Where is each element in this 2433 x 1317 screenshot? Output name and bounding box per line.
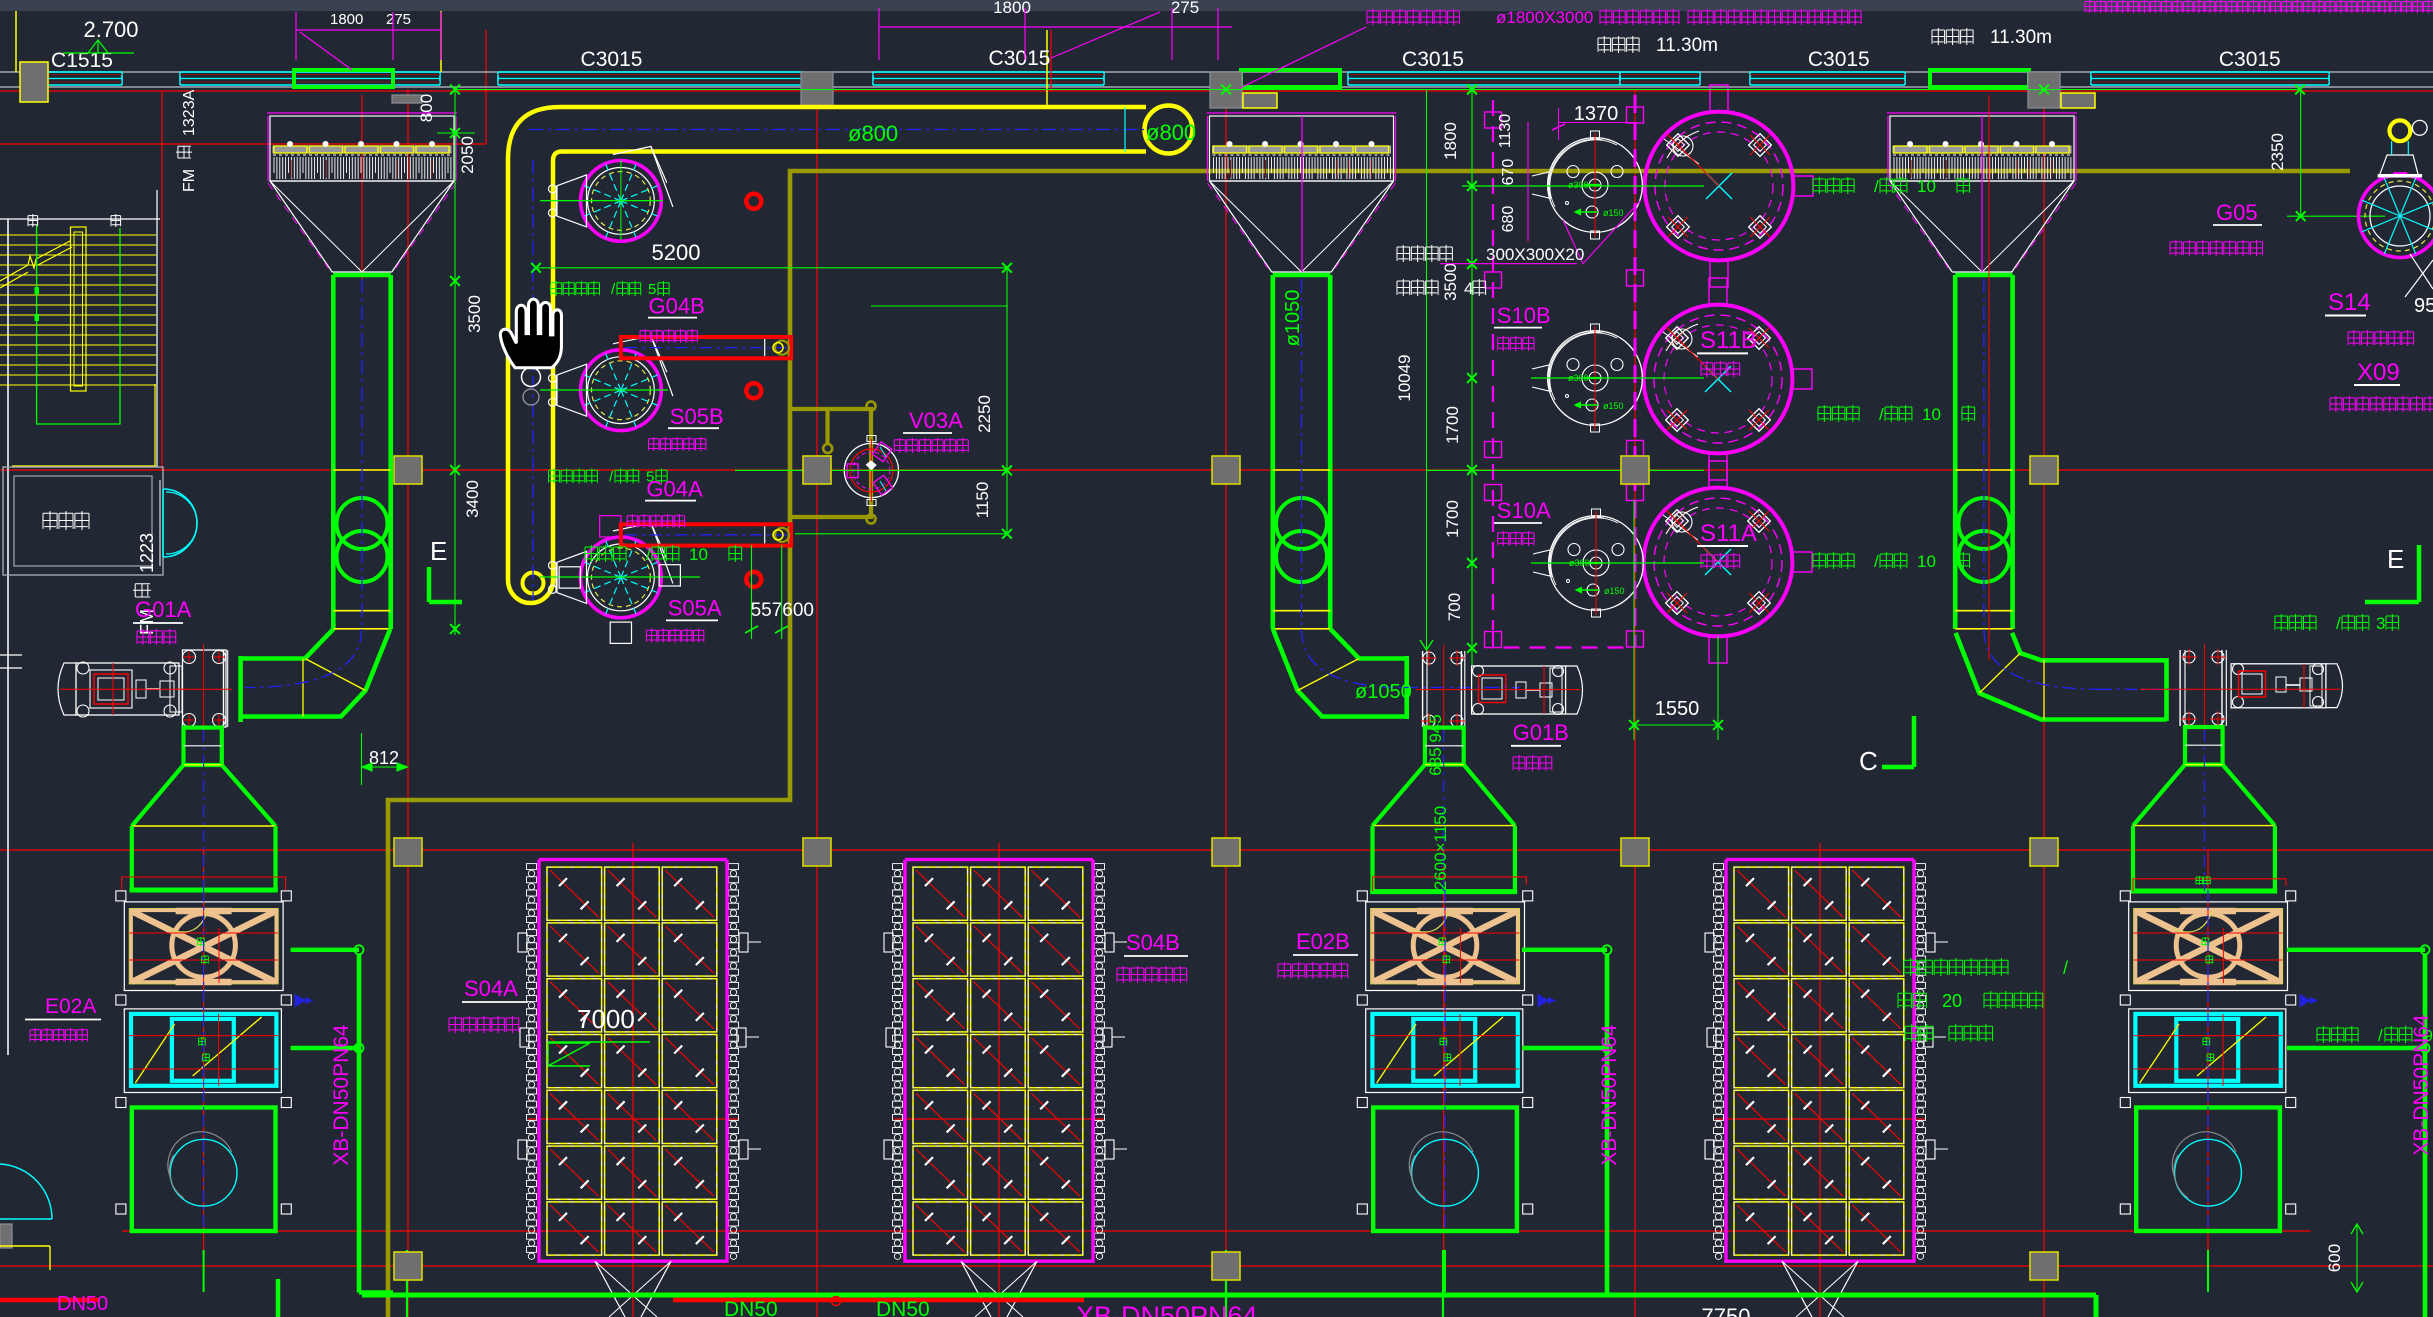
svg-text:275: 275 bbox=[386, 11, 411, 28]
svg-text:XB-DN50PN64: XB-DN50PN64 bbox=[1598, 1024, 1621, 1166]
svg-text:3400: 3400 bbox=[463, 480, 482, 518]
svg-text:ø150: ø150 bbox=[1603, 208, 1624, 218]
svg-text:DN50: DN50 bbox=[724, 1298, 778, 1317]
svg-text:2.700: 2.700 bbox=[83, 17, 138, 42]
svg-text:10049: 10049 bbox=[1395, 354, 1414, 401]
svg-text:C: C bbox=[1859, 746, 1878, 776]
svg-text:S11A: S11A bbox=[1700, 520, 1757, 547]
svg-text:ø1050: ø1050 bbox=[1282, 290, 1304, 347]
svg-text:/: / bbox=[2336, 614, 2341, 633]
svg-text:275: 275 bbox=[1171, 0, 1199, 17]
svg-text:/: / bbox=[2378, 1026, 2383, 1045]
svg-text:10: 10 bbox=[1922, 405, 1941, 424]
svg-text:20: 20 bbox=[1942, 991, 1962, 1011]
svg-text:E: E bbox=[2387, 544, 2404, 574]
svg-text:XB-DN50PN64: XB-DN50PN64 bbox=[1076, 1301, 1258, 1317]
svg-text:G04A: G04A bbox=[646, 477, 703, 502]
svg-text:1550: 1550 bbox=[1655, 698, 1700, 720]
svg-text:1323A: 1323A bbox=[181, 89, 198, 136]
svg-text:3500: 3500 bbox=[465, 295, 484, 333]
svg-text:ø150: ø150 bbox=[1603, 401, 1624, 411]
svg-text:11.30m: 11.30m bbox=[1990, 27, 2052, 48]
svg-text:S10B: S10B bbox=[1497, 303, 1551, 328]
svg-text:11.30m: 11.30m bbox=[1656, 35, 1718, 56]
svg-text:1370: 1370 bbox=[1574, 103, 1619, 125]
svg-text:XB-DN50PN64: XB-DN50PN64 bbox=[330, 1024, 353, 1166]
svg-text:E02A: E02A bbox=[45, 995, 96, 1018]
svg-text:/: / bbox=[1879, 405, 1884, 424]
svg-text:670: 670 bbox=[1500, 159, 1517, 186]
svg-text:680: 680 bbox=[1500, 206, 1517, 233]
svg-text:/: / bbox=[1874, 552, 1879, 571]
svg-text:10: 10 bbox=[1917, 177, 1936, 196]
svg-text:FM: FM bbox=[181, 169, 198, 192]
svg-text:3500: 3500 bbox=[1441, 263, 1460, 301]
svg-text:S14: S14 bbox=[2328, 289, 2371, 316]
svg-text:10: 10 bbox=[1917, 552, 1936, 571]
svg-text:1223: 1223 bbox=[137, 533, 157, 573]
svg-text:95: 95 bbox=[2414, 295, 2433, 317]
svg-text:G01B: G01B bbox=[1513, 720, 1569, 745]
svg-text:S10A: S10A bbox=[1497, 498, 1551, 523]
svg-text:3: 3 bbox=[2376, 614, 2385, 633]
svg-text:S11B: S11B bbox=[1700, 327, 1757, 354]
svg-text:ø1800X3000: ø1800X3000 bbox=[1496, 8, 1593, 27]
svg-text:C3015: C3015 bbox=[1808, 48, 1870, 71]
svg-text:800: 800 bbox=[417, 94, 436, 122]
svg-text:/: / bbox=[1874, 177, 1879, 196]
svg-text:557600: 557600 bbox=[751, 600, 814, 621]
svg-text:XB-DN50PN64: XB-DN50PN64 bbox=[2410, 1014, 2433, 1156]
svg-text:E: E bbox=[430, 536, 447, 566]
svg-text:/: / bbox=[2063, 958, 2068, 978]
svg-text:S04B: S04B bbox=[1126, 930, 1180, 955]
svg-text:C3015: C3015 bbox=[989, 47, 1051, 70]
svg-text:5200: 5200 bbox=[652, 240, 701, 265]
svg-text:4: 4 bbox=[1464, 279, 1473, 298]
svg-text:1130: 1130 bbox=[1497, 114, 1514, 149]
svg-text:685 945: 685 945 bbox=[1426, 714, 1445, 775]
svg-text:7750: 7750 bbox=[1702, 1304, 1751, 1317]
svg-text:E02B: E02B bbox=[1296, 929, 1350, 954]
svg-text:ø1050: ø1050 bbox=[1355, 681, 1412, 703]
svg-text:C3015: C3015 bbox=[1402, 48, 1464, 71]
svg-text:2250: 2250 bbox=[975, 395, 994, 433]
svg-text:812: 812 bbox=[369, 748, 399, 768]
svg-text:1800: 1800 bbox=[330, 11, 363, 28]
svg-text:700: 700 bbox=[1445, 593, 1464, 621]
svg-text:2350: 2350 bbox=[2268, 133, 2287, 171]
svg-text:/: / bbox=[646, 545, 651, 564]
svg-text:C3015: C3015 bbox=[2219, 48, 2281, 71]
svg-text:S05A: S05A bbox=[668, 596, 722, 621]
svg-text:V03A: V03A bbox=[909, 408, 963, 433]
svg-text:2600×1150: 2600×1150 bbox=[1431, 806, 1450, 890]
svg-text:ø800: ø800 bbox=[848, 121, 898, 146]
svg-text:1150: 1150 bbox=[973, 482, 992, 519]
svg-text:10: 10 bbox=[689, 545, 708, 564]
svg-text:S05B: S05B bbox=[670, 404, 724, 429]
svg-text:G01A: G01A bbox=[135, 597, 192, 622]
svg-text:2050: 2050 bbox=[458, 136, 477, 174]
svg-text:7000: 7000 bbox=[577, 1004, 635, 1034]
svg-text:C3015: C3015 bbox=[581, 48, 643, 71]
svg-text:G04B: G04B bbox=[649, 294, 705, 319]
svg-text:DN50: DN50 bbox=[876, 1298, 930, 1317]
svg-text:ø800: ø800 bbox=[1146, 120, 1196, 145]
svg-text:1800: 1800 bbox=[1441, 122, 1460, 160]
svg-text:S04A: S04A bbox=[464, 976, 518, 1001]
svg-text:1700: 1700 bbox=[1443, 406, 1462, 444]
svg-text:600: 600 bbox=[2325, 1244, 2344, 1272]
svg-text:X09: X09 bbox=[2357, 359, 2400, 386]
svg-text:300X300X20: 300X300X20 bbox=[1486, 245, 1584, 264]
svg-text:1700: 1700 bbox=[1443, 500, 1462, 538]
svg-text:G05: G05 bbox=[2216, 200, 2258, 225]
svg-text:DN50: DN50 bbox=[57, 1293, 108, 1315]
svg-text:ø150: ø150 bbox=[1604, 586, 1625, 596]
